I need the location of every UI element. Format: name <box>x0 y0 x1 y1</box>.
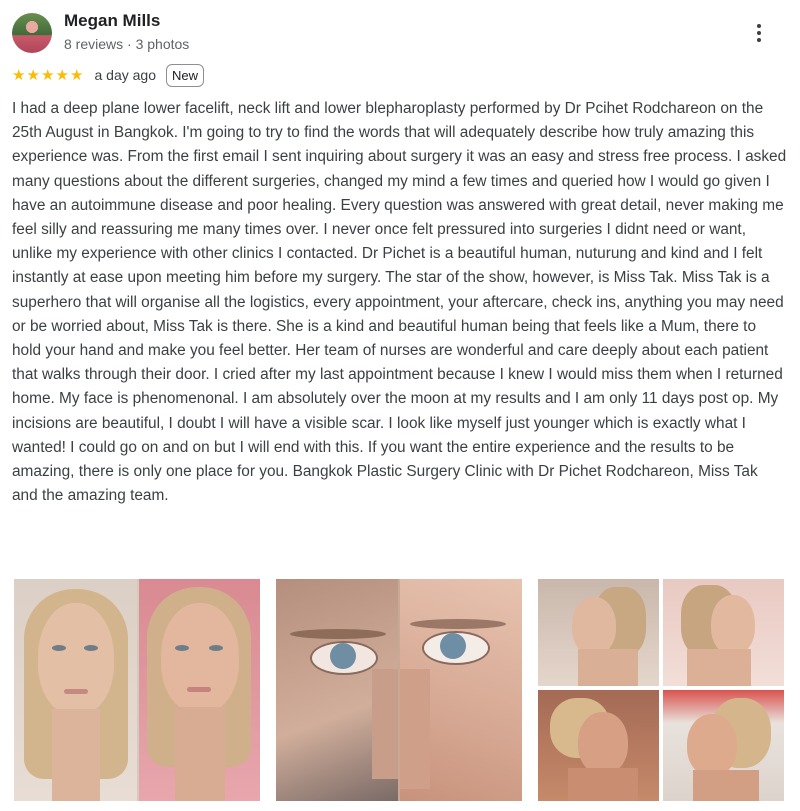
eye-shape <box>175 645 189 651</box>
neck-shape <box>568 768 638 801</box>
eye-shape <box>209 645 223 651</box>
face-shape <box>578 712 628 774</box>
neck-shape <box>693 770 759 801</box>
photo-panel-after <box>400 579 522 801</box>
reviewer-stats: 8 reviews · 3 photos <box>64 36 190 52</box>
mouth-shape <box>64 689 88 694</box>
more-options-button[interactable] <box>746 20 772 46</box>
star-icon: ★ <box>41 67 54 84</box>
rating-row: ★ ★ ★ ★ ★ a day ago New <box>12 63 205 87</box>
photo-tile-profile-3 <box>538 690 659 801</box>
iris-shape <box>330 643 356 669</box>
review-photo-2[interactable] <box>276 579 522 801</box>
star-rating: ★ ★ ★ ★ ★ <box>12 66 85 84</box>
more-vert-icon-dot <box>757 31 761 35</box>
review-photo-1[interactable] <box>14 579 260 801</box>
face-shape <box>711 595 755 655</box>
photo-panel-after <box>139 579 260 801</box>
brow-shape <box>290 629 386 639</box>
neck-shape <box>175 707 225 801</box>
face-shape <box>572 597 616 655</box>
review-text: I had a deep plane lower facelift, neck … <box>12 100 787 505</box>
photo-tile-profile-4 <box>663 690 784 801</box>
photo-panel-before <box>276 579 398 801</box>
new-badge: New <box>166 63 205 87</box>
neck-shape <box>52 709 100 801</box>
eye-shape <box>52 645 66 651</box>
nose-shape <box>400 669 430 789</box>
neck-shape <box>687 649 751 686</box>
reviewer-name[interactable]: Megan Mills <box>64 11 160 31</box>
eye-shape <box>84 645 98 651</box>
brow-shape <box>410 619 506 629</box>
reviewer-avatar[interactable] <box>12 13 52 53</box>
neck-shape <box>578 649 638 686</box>
mouth-shape <box>187 687 211 692</box>
nose-shape <box>372 669 398 779</box>
photo-tile-profile-1 <box>538 579 659 686</box>
photo-panel-before <box>14 579 137 801</box>
star-icon: ★ <box>26 67 40 84</box>
review-photo-3[interactable] <box>538 579 784 801</box>
star-icon: ★ <box>55 67 69 84</box>
face-shape <box>687 714 737 776</box>
photo-tile-profile-2 <box>663 579 784 686</box>
star-icon: ★ <box>70 67 83 84</box>
iris-shape <box>440 633 466 659</box>
face-shape <box>161 603 239 713</box>
star-icon: ★ <box>12 67 25 84</box>
more-vert-icon-dot <box>757 38 761 42</box>
more-vert-icon <box>757 24 761 28</box>
face-shape <box>38 603 114 715</box>
review-time: a day ago <box>94 67 157 83</box>
